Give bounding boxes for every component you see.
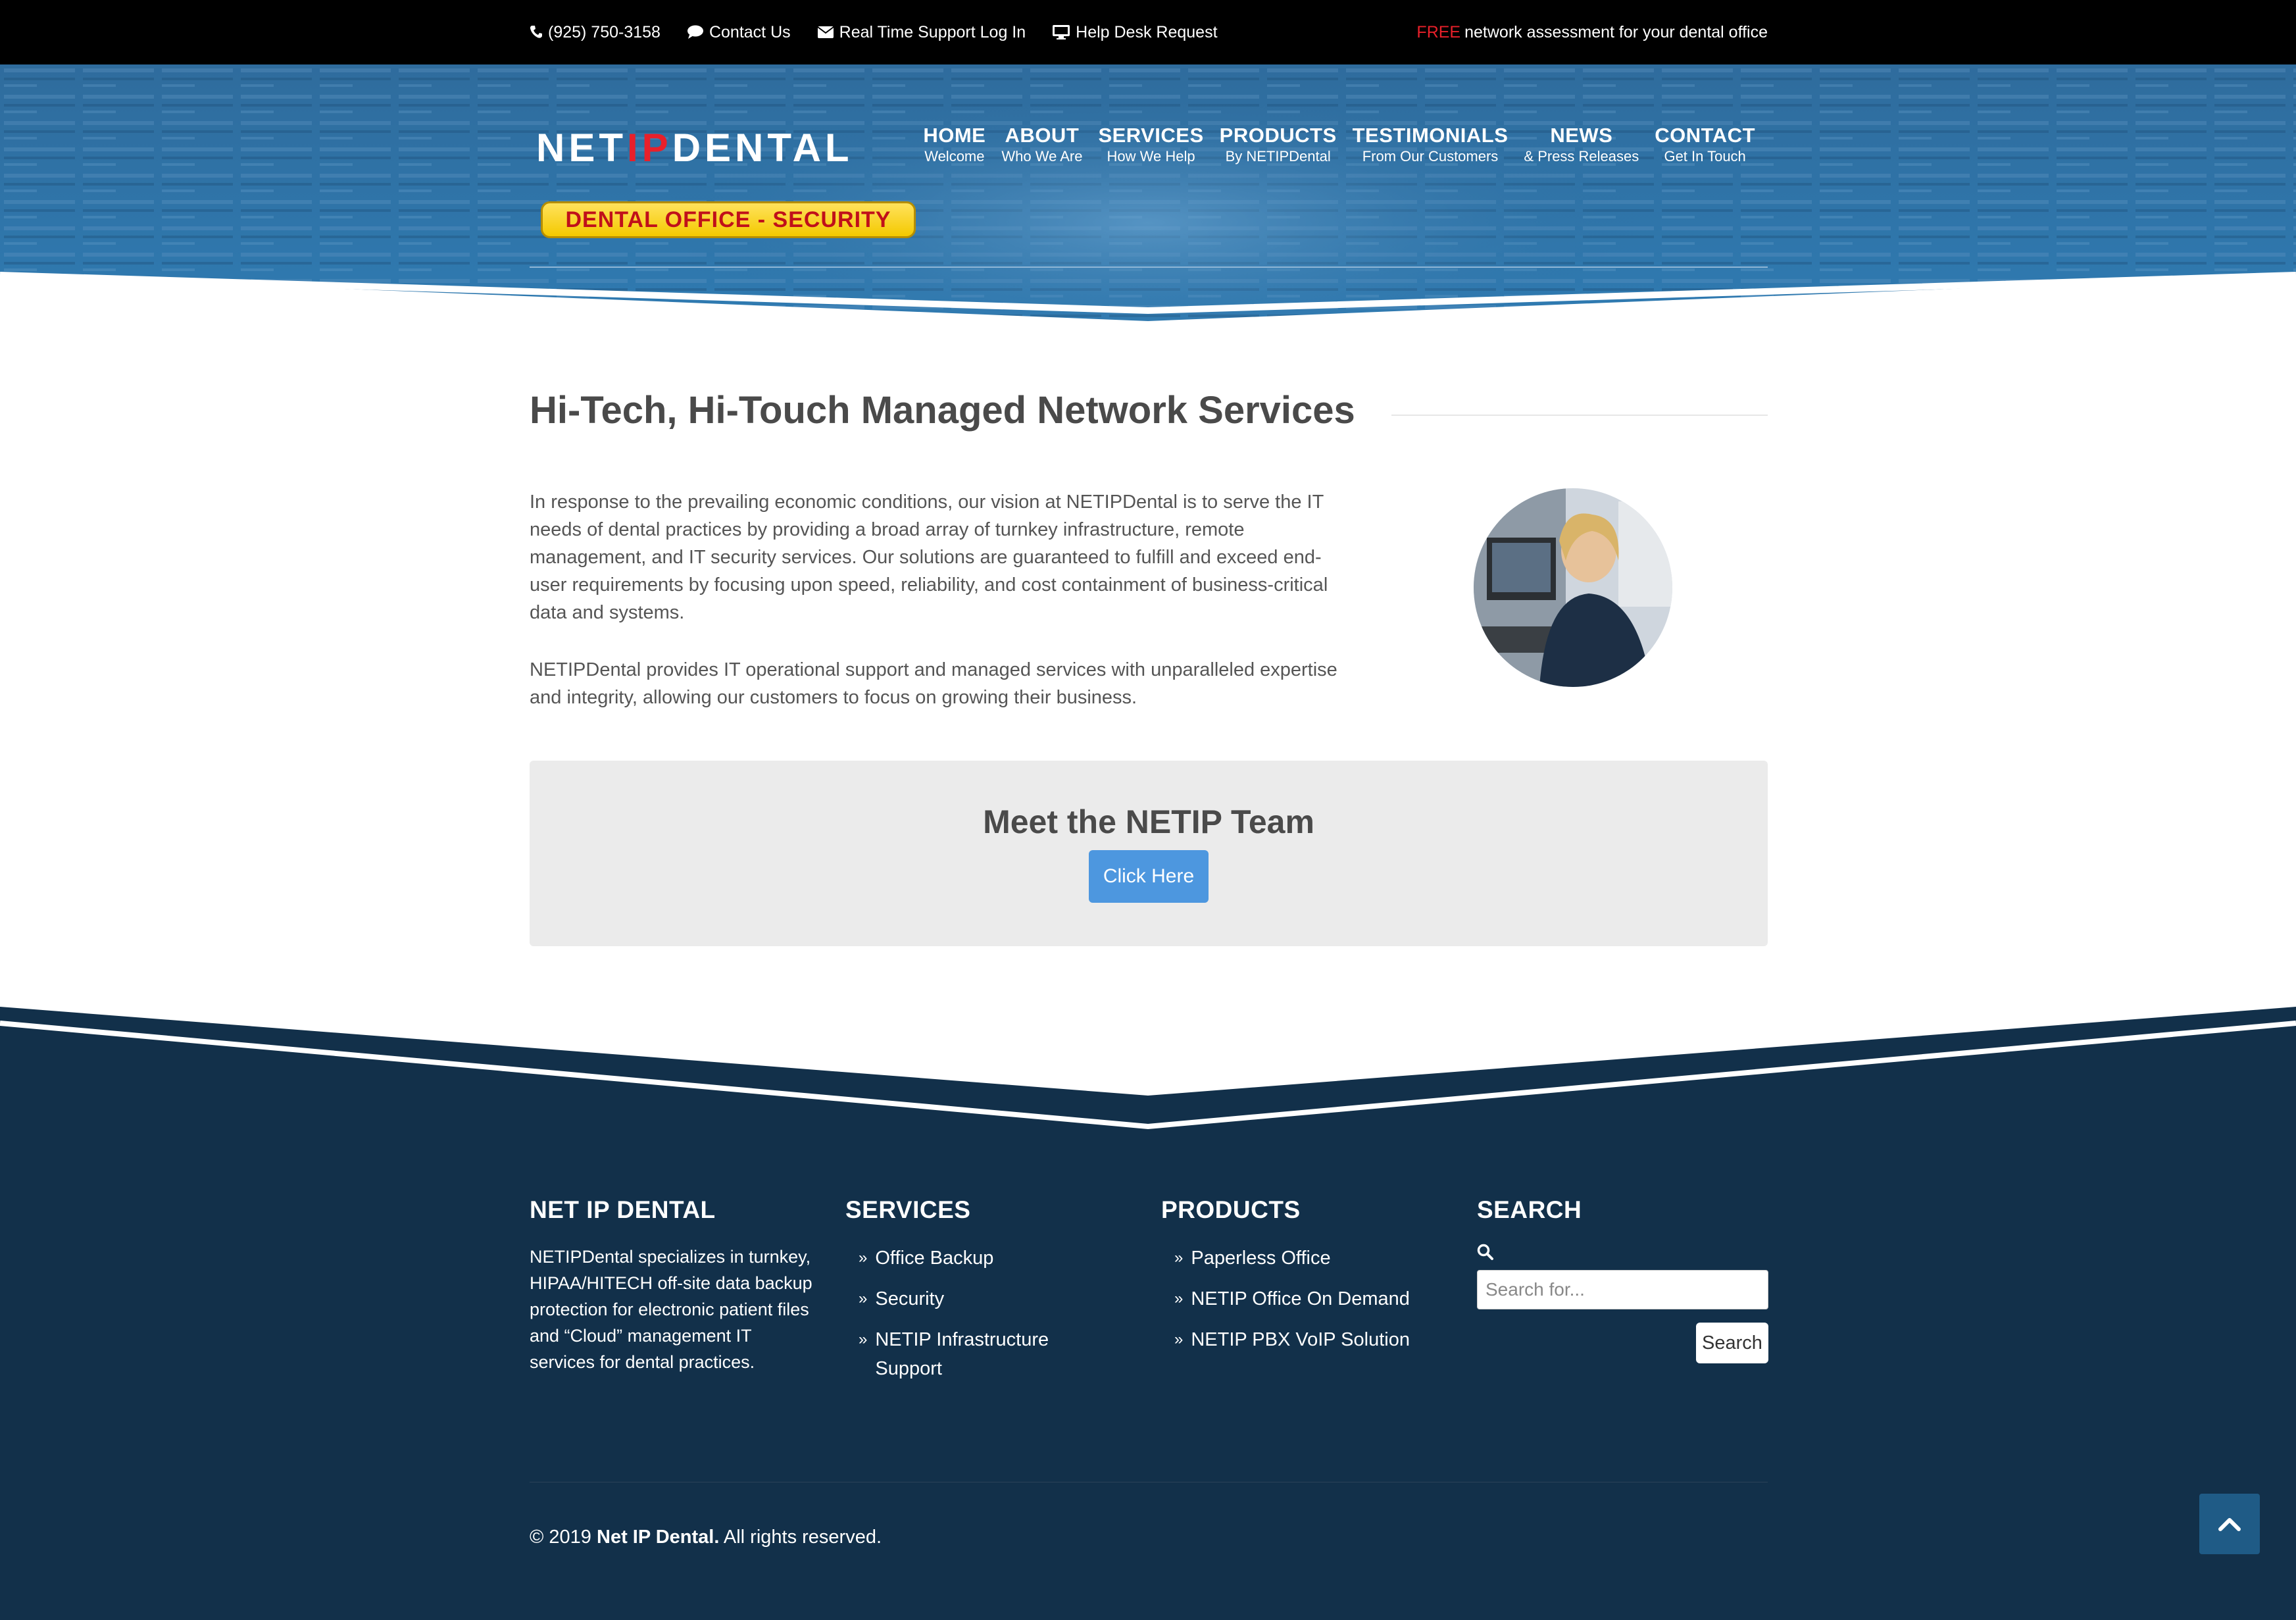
nav-about[interactable]: ABOUT Who We Are [993, 124, 1090, 166]
intro-paragraph: In response to the prevailing economic c… [530, 492, 1328, 623]
nav-news-sub: & Press Releases [1524, 148, 1639, 165]
nav-about-sub: Who We Are [1001, 148, 1083, 165]
footer-search-heading: SEARCH [1477, 1196, 1582, 1223]
double-chevron-icon: » [1174, 1249, 1184, 1267]
nav-about-label: ABOUT [1005, 124, 1080, 147]
footer-services-heading: SERVICES [845, 1196, 971, 1223]
help-desk-link[interactable]: Help Desk Request [1052, 22, 1218, 42]
nav-home-label: HOME [923, 124, 986, 147]
footer-service-link[interactable]: » Security [845, 1284, 1082, 1313]
top-bar: (925) 750-3158 Contact Us Real Time Supp… [0, 0, 2296, 64]
nav-home[interactable]: HOME Welcome [915, 124, 993, 166]
footer-service-link[interactable]: » NETIP Infrastructure Support [845, 1325, 1082, 1383]
nav-services-sub: How We Help [1107, 148, 1195, 165]
free-label: FREE [1416, 22, 1461, 41]
support-login-label: Real Time Support Log In [839, 22, 1026, 41]
footer-product-link[interactable]: » NETIP PBX VoIP Solution [1161, 1325, 1410, 1354]
nav-services[interactable]: SERVICES How We Help [1090, 124, 1211, 166]
footer-products-heading: PRODUCTS [1161, 1196, 1301, 1223]
nav-contact[interactable]: CONTACT Get In Touch [1647, 124, 1763, 166]
double-chevron-icon: » [1174, 1290, 1184, 1307]
double-chevron-icon: » [859, 1330, 868, 1348]
footer-product-link[interactable]: » Paperless Office [1161, 1244, 1410, 1273]
double-chevron-icon: » [1174, 1330, 1184, 1348]
footer-about-text: NETIPDental specializes in turnkey, HIPA… [530, 1247, 812, 1372]
header-background [0, 64, 2296, 329]
free-assessment-link[interactable]: FREE network assessment for your dental o… [1416, 23, 1768, 42]
footer-services-column: SERVICES » Office Backup » Security » NETIP… [845, 1196, 1082, 1395]
footer-products-column: PRODUCTS » Paperless Office » NETIP Office… [1161, 1196, 1410, 1366]
contact-us-label: Contact Us [709, 22, 791, 41]
nav-testimonials-label: TESTIMONIALS [1352, 124, 1509, 147]
nav-testimonials-sub: From Our Customers [1362, 148, 1499, 165]
copyright-rights: All rights reserved. [723, 1527, 882, 1548]
contact-us-link[interactable]: Contact Us [687, 23, 791, 42]
nav-home-sub: Welcome [924, 148, 985, 165]
site-header: NETIPDENTAL DENTAL OFFICE - SECURITY HOM… [0, 64, 2296, 329]
logo-net: NET [536, 126, 627, 170]
title-divider [1391, 415, 1768, 416]
team-heading: Meet the NETIP Team [983, 803, 1314, 840]
page-title: Hi-Tech, Hi-Touch Managed Network Servic… [530, 389, 1355, 432]
main-nav: HOME Welcome ABOUT Who We Are SERVICES H… [915, 124, 1763, 166]
site-footer [0, 994, 2296, 1620]
team-callout: Meet the NETIP Team Click Here [530, 761, 1768, 946]
nav-services-label: SERVICES [1098, 124, 1204, 147]
netipdental-logo[interactable]: NETIPDENTAL [536, 125, 924, 171]
footer-product-label: Paperless Office [1191, 1248, 1331, 1269]
search-button-row: Search [1477, 1323, 1768, 1363]
footer-service-link[interactable]: » Office Backup [845, 1244, 1082, 1273]
footer-about-heading: NET IP DENTAL [530, 1196, 716, 1223]
support-login-link[interactable]: Real Time Support Log In [817, 23, 1026, 42]
phone-link[interactable]: (925) 750-3158 [530, 23, 661, 42]
phone-number: (925) 750-3158 [548, 22, 661, 41]
copyright: © 2019 Net IP Dental. All rights reserve… [530, 1527, 882, 1548]
nav-products[interactable]: PRODUCTS By NETIPDental [1212, 124, 1345, 166]
chat-bubble-icon [687, 25, 703, 39]
footer-product-label: NETIP Office On Demand [1191, 1288, 1410, 1309]
nav-products-label: PRODUCTS [1219, 124, 1337, 147]
footer-background [0, 1007, 2296, 1620]
monitor-icon [1053, 25, 1070, 39]
footer-product-label: NETIP PBX VoIP Solution [1191, 1329, 1410, 1350]
nav-testimonials[interactable]: TESTIMONIALS From Our Customers [1345, 124, 1516, 166]
back-to-top-button[interactable] [2199, 1494, 2260, 1554]
footer-service-label: Security [875, 1288, 945, 1309]
nav-contact-sub: Get In Touch [1664, 148, 1746, 165]
footer-service-label: NETIP Infrastructure Support [875, 1329, 1049, 1379]
nav-news[interactable]: NEWS & Press Releases [1516, 124, 1647, 166]
footer-search-column: SEARCH Search [1477, 1196, 1768, 1363]
nav-news-label: NEWS [1550, 124, 1613, 147]
footer-service-label: Office Backup [875, 1248, 994, 1269]
search-button[interactable]: Search [1696, 1323, 1768, 1363]
footer-about-column: NET IP DENTAL NETIPDental specializes in… [530, 1196, 819, 1375]
staff-photo [1474, 488, 1672, 687]
copyright-year: © 2019 [530, 1527, 591, 1548]
double-chevron-icon: » [859, 1290, 868, 1307]
footer-product-link[interactable]: » NETIP Office On Demand [1161, 1284, 1410, 1313]
copyright-company: Net IP Dental. [597, 1527, 720, 1548]
nav-products-sub: By NETIPDental [1225, 148, 1331, 165]
search-icon [1477, 1244, 1493, 1260]
chevron-up-icon [2218, 1518, 2241, 1531]
search-input[interactable] [1477, 1270, 1768, 1309]
dental-security-badge: DENTAL OFFICE - SECURITY [541, 201, 916, 238]
support-paragraph: NETIPDental provides IT operational supp… [530, 659, 1337, 708]
help-desk-label: Help Desk Request [1076, 22, 1218, 41]
double-chevron-icon: » [859, 1249, 868, 1267]
logo-dental: DENTAL [672, 126, 853, 170]
nav-contact-label: CONTACT [1655, 124, 1755, 147]
click-here-button[interactable]: Click Here [1089, 850, 1209, 903]
envelope-icon [817, 26, 834, 38]
free-assessment-text: network assessment for your dental offic… [1464, 22, 1768, 41]
phone-icon [530, 26, 542, 38]
logo-ip: IP [627, 126, 672, 170]
